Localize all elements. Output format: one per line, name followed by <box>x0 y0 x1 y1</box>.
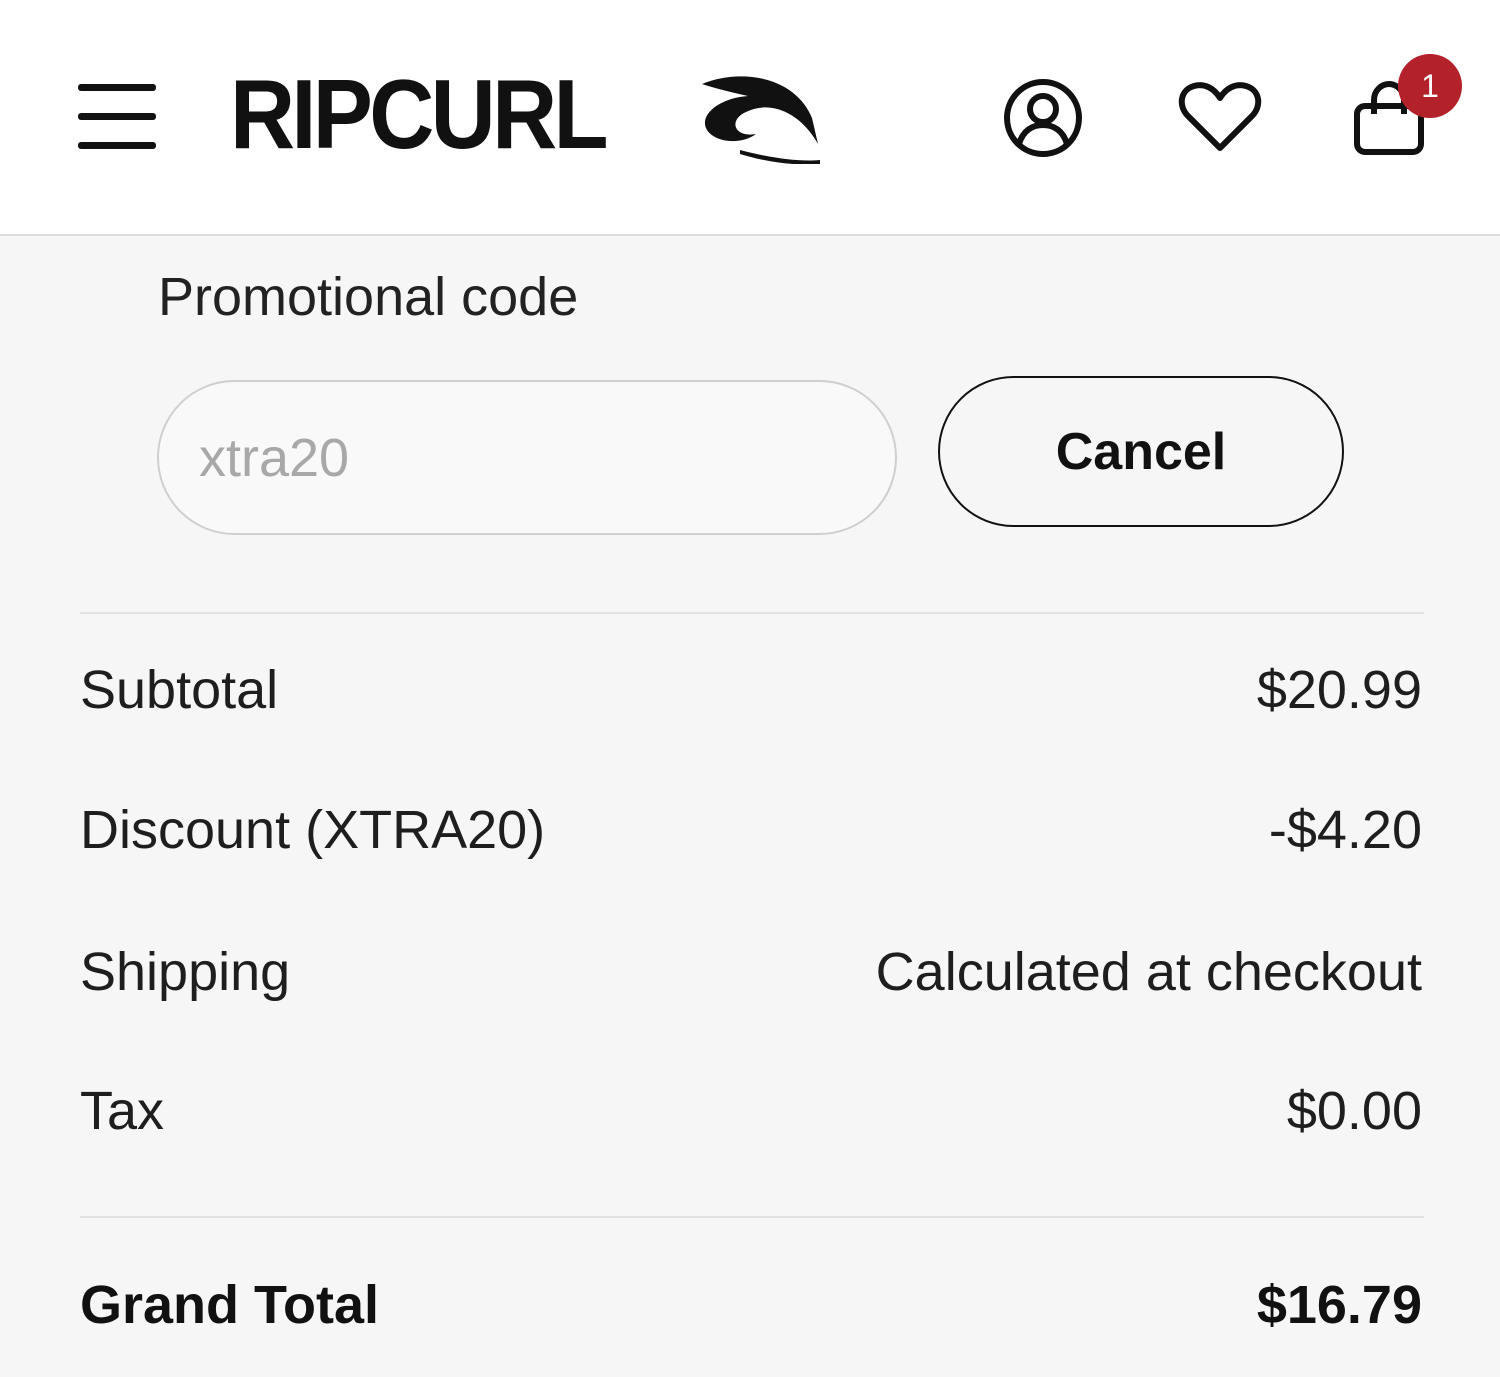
tax-value: $0.00 <box>1286 1081 1422 1141</box>
summary-row-shipping: Shipping Calculated at checkout <box>80 937 1422 1007</box>
brand-logo-text: RIPCURL <box>230 59 609 169</box>
promo-code-input[interactable] <box>157 380 897 535</box>
menu-icon[interactable] <box>78 82 158 150</box>
site-header: RIPCURL 1 <box>0 0 1500 236</box>
tax-label: Tax <box>80 1081 165 1141</box>
subtotal-value: $20.99 <box>1256 660 1422 720</box>
cancel-button[interactable]: Cancel <box>938 376 1344 527</box>
brand-logo[interactable]: RIPCURL <box>230 59 820 169</box>
cart-count-badge: 1 <box>1398 54 1462 118</box>
shipping-label: Shipping <box>80 942 291 1002</box>
wave-logo-icon <box>702 76 820 164</box>
shipping-value: Calculated at checkout <box>875 942 1422 1002</box>
divider <box>80 612 1424 614</box>
account-icon[interactable] <box>1003 78 1083 163</box>
discount-value: -$4.20 <box>1268 800 1422 860</box>
grand-total-value: $16.79 <box>1256 1275 1422 1335</box>
subtotal-label: Subtotal <box>80 660 279 720</box>
grand-total-row: Grand Total $16.79 <box>80 1270 1422 1340</box>
summary-row-discount: Discount (XTRA20) -$4.20 <box>80 795 1422 865</box>
discount-label: Discount (XTRA20) <box>80 800 546 860</box>
heart-icon[interactable] <box>1178 82 1262 159</box>
divider <box>80 1216 1424 1218</box>
promo-code-label: Promotional code <box>158 267 579 327</box>
grand-total-label: Grand Total <box>80 1275 380 1335</box>
summary-row-tax: Tax $0.00 <box>80 1076 1422 1146</box>
summary-row-subtotal: Subtotal $20.99 <box>80 655 1422 725</box>
